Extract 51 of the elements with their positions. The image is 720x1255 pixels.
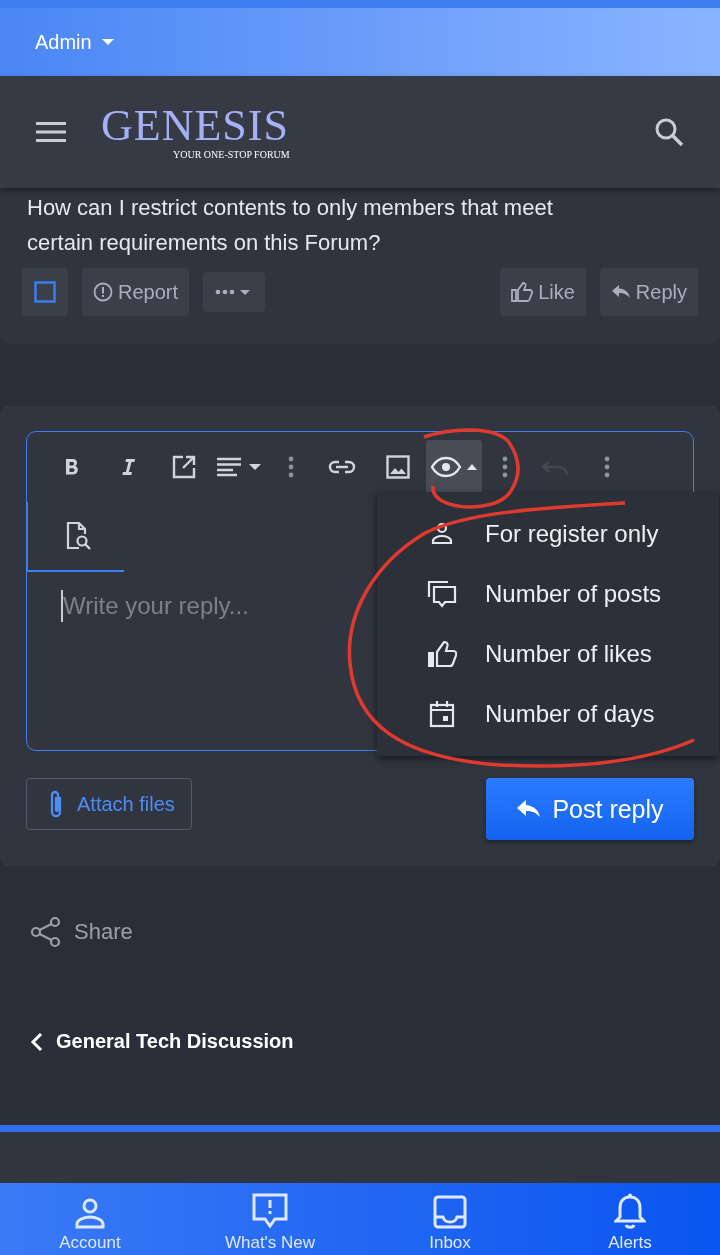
thumbs-up-icon: [511, 282, 534, 302]
site-logo[interactable]: GENESIS: [101, 104, 289, 148]
admin-menu-button[interactable]: Admin: [35, 30, 114, 54]
chevron-left-icon: [30, 1031, 44, 1052]
like-button[interactable]: Like: [500, 268, 586, 316]
eye-caret-icon: [431, 456, 477, 478]
site-tagline: YOUR ONE-STOP FORUM: [173, 149, 290, 160]
menu-item[interactable]: For register only: [377, 504, 719, 564]
thumbs-up-icon: [427, 640, 457, 668]
inbox-nav-button[interactable]: Inbox: [360, 1183, 540, 1255]
reply-input-field[interactable]: Write your reply...: [61, 590, 363, 622]
reply-button[interactable]: Reply: [599, 268, 698, 316]
report-button[interactable]: Report: [82, 268, 190, 316]
vertical-dots-icon: [502, 456, 508, 478]
bell-icon: [614, 1193, 646, 1229]
hide-tool-button[interactable]: [426, 440, 482, 494]
more-button[interactable]: [203, 272, 266, 312]
vertical-dots-icon: [604, 456, 610, 478]
bold-icon: [63, 457, 81, 477]
reply-arrow-icon: [516, 799, 543, 819]
align-caret-icon: [217, 457, 263, 477]
attach-files-button[interactable]: Attach files: [26, 778, 192, 830]
vertical-dots-icon: [288, 456, 294, 478]
inbox-tray-icon: [433, 1195, 467, 1229]
calendar-icon: [427, 700, 457, 728]
chat-bubbles-icon: [427, 579, 457, 609]
menu-icon[interactable]: [36, 121, 66, 143]
alerts-nav-button[interactable]: Alerts: [540, 1183, 720, 1255]
share-icon: [30, 916, 62, 948]
reply-arrow-icon: [610, 284, 631, 300]
italic-icon: [119, 457, 137, 477]
post-reply-button[interactable]: Post reply: [486, 778, 694, 840]
select-checkbox[interactable]: [22, 268, 68, 316]
link-icon: [328, 460, 356, 474]
menu-item[interactable]: Number of days: [377, 684, 719, 744]
menu-item[interactable]: Number of posts: [377, 564, 719, 624]
share-button[interactable]: Share: [30, 916, 133, 948]
new-nav-button[interactable]: What's New: [180, 1183, 360, 1255]
image-icon: [386, 455, 410, 479]
search-icon[interactable]: [654, 117, 684, 147]
external-link-icon: [172, 455, 196, 479]
alert-circle-icon: [93, 282, 113, 302]
post-text: How can I restrict contents to only members that meet certain requirements on this Forum?: [27, 194, 554, 257]
breadcrumb-link[interactable]: General Tech Discussion: [30, 1030, 294, 1053]
caret-icon: [101, 39, 114, 45]
checkbox-square-icon: [34, 281, 56, 303]
menu-item[interactable]: Number of likes: [377, 624, 719, 684]
document-search-icon: [64, 521, 93, 551]
account-nav-button[interactable]: Account: [0, 1183, 180, 1255]
alert-bubble-icon: [252, 1193, 288, 1229]
person-icon: [73, 1197, 107, 1229]
